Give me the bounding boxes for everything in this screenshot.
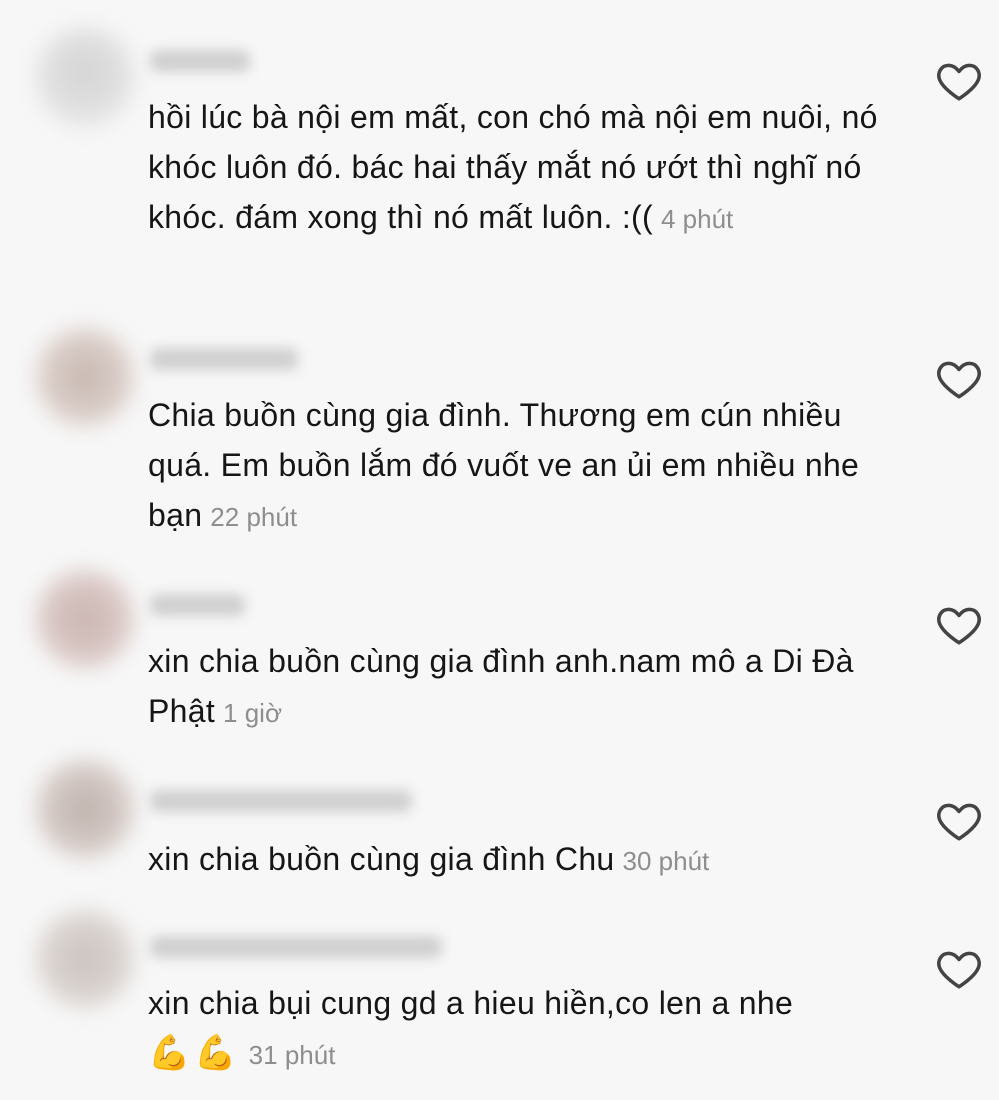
username[interactable]	[150, 936, 442, 958]
username[interactable]	[150, 594, 245, 616]
comment-list: hồi lúc bà nội em mất, con chó mà nội em…	[0, 0, 999, 1100]
like-button[interactable]	[934, 56, 984, 106]
comment-timestamp: 1 giờ	[223, 698, 283, 728]
avatar[interactable]	[36, 760, 134, 858]
comment-timestamp: 22 phút	[210, 502, 298, 532]
comment-body: hồi lúc bà nội em mất, con chó mà nội em…	[148, 99, 878, 235]
like-button[interactable]	[934, 796, 984, 846]
avatar[interactable]	[36, 910, 134, 1008]
heart-outline-icon	[937, 63, 981, 101]
comment-text: xin chia buồn cùng gia đình anh.nam mô a…	[148, 636, 888, 738]
username[interactable]	[150, 348, 298, 370]
avatar[interactable]	[36, 570, 134, 668]
comment-timestamp: 30 phút	[622, 846, 710, 876]
avatar[interactable]	[36, 328, 134, 426]
heart-outline-icon	[937, 361, 981, 399]
like-button[interactable]	[934, 600, 984, 650]
comment-text: xin chia bụi cung gd a hieu hiền,co len …	[148, 978, 888, 1080]
flexed-biceps-emoji: 💪💪	[148, 1034, 241, 1072]
comment-timestamp: 31 phút	[248, 1040, 336, 1070]
like-button[interactable]	[934, 354, 984, 404]
heart-outline-icon	[937, 951, 981, 989]
heart-outline-icon	[937, 607, 981, 645]
username[interactable]	[150, 50, 250, 72]
like-button[interactable]	[934, 944, 984, 994]
comment-body: xin chia buồn cùng gia đình Chu	[148, 841, 615, 877]
comment-body: xin chia bụi cung gd a hieu hiền,co len …	[148, 985, 794, 1021]
comment-timestamp: 4 phút	[660, 204, 734, 234]
comment-text: hồi lúc bà nội em mất, con chó mà nội em…	[148, 92, 888, 244]
heart-outline-icon	[937, 803, 981, 841]
comment-text: Chia buồn cùng gia đình. Thương em cún n…	[148, 390, 888, 542]
avatar[interactable]	[36, 28, 134, 126]
username[interactable]	[150, 790, 412, 812]
comment-text: xin chia buồn cùng gia đình Chu 30 phút	[148, 834, 888, 886]
